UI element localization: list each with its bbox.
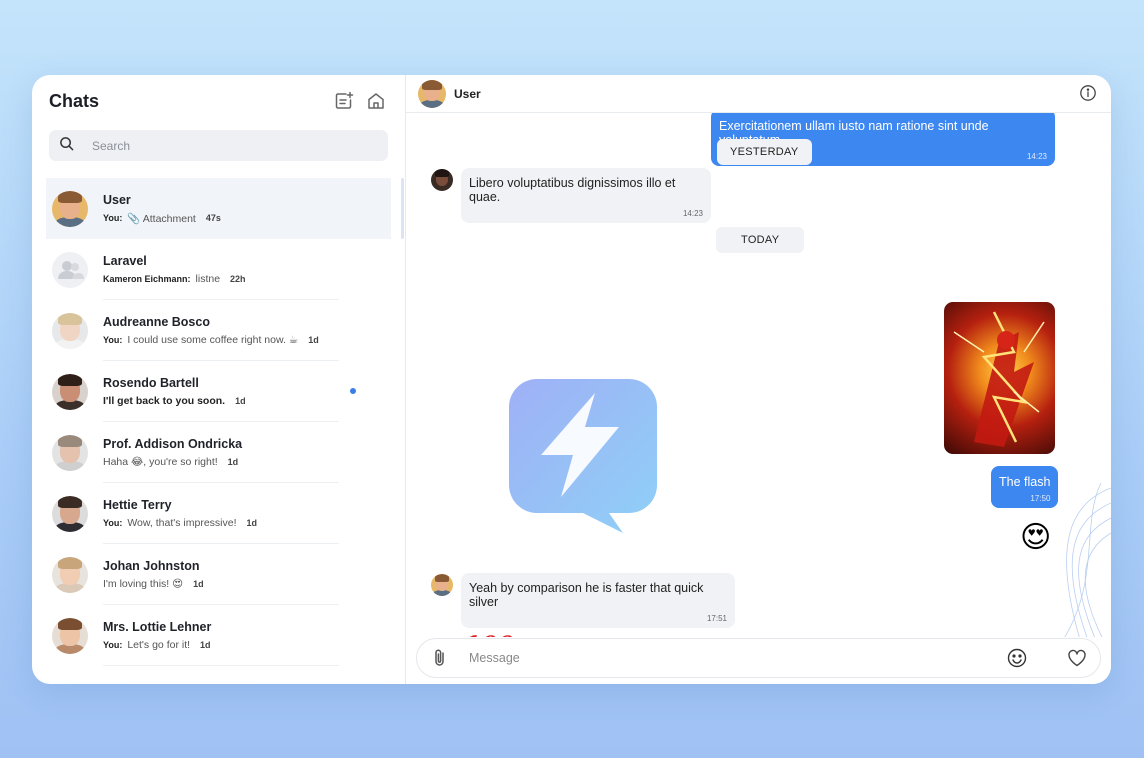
- search-icon: [59, 136, 74, 156]
- avatar: [52, 312, 88, 349]
- preview-text: listne: [195, 272, 221, 285]
- chat-name: Rosendo Bartell: [103, 375, 199, 390]
- preview-text: 📎 Attachment: [127, 212, 196, 225]
- message-text: The flash: [999, 475, 1051, 489]
- chat-name: Laravel: [103, 253, 147, 268]
- message-incoming[interactable]: Yeah by comparison he is faster that qui…: [461, 573, 735, 628]
- preview-time: 47s: [205, 213, 221, 223]
- sidebar: Chats Search User You: 📎 Attachment 47s …: [32, 75, 406, 684]
- contact-avatar[interactable]: [418, 79, 446, 108]
- avatar: [52, 556, 88, 593]
- message-text: Libero voluptatibus dignissimos illo et …: [469, 176, 676, 204]
- preview-time: 1d: [193, 578, 204, 589]
- preview-text: I could use some coffee right now. ☕: [127, 333, 299, 346]
- preview-time: 1d: [308, 334, 319, 345]
- chat-name: Mrs. Lottie Lehner: [103, 619, 212, 634]
- app-logo-icon: [509, 379, 657, 533]
- chat-item-mrs-lottie-lehner[interactable]: Mrs. Lottie Lehner You: Let's go for it!…: [32, 605, 405, 666]
- sender-avatar: [431, 574, 453, 596]
- chat-name: Audreanne Bosco: [103, 314, 210, 329]
- chat-panel: User Exercitationem ullam iusto nam rati…: [406, 75, 1111, 684]
- date-divider: YESTERDAY: [717, 139, 812, 165]
- active-indicator: [401, 178, 404, 239]
- chat-item-laravel[interactable]: Laravel Kameron Eichmann: listne 22h: [32, 239, 405, 300]
- message-time: 17:51: [706, 614, 727, 623]
- new-chat-icon[interactable]: [333, 90, 355, 112]
- chat-name: Hettie Terry: [103, 497, 172, 512]
- chat-item-user[interactable]: User You: 📎 Attachment 47s: [46, 178, 404, 239]
- home-icon[interactable]: [365, 90, 387, 112]
- emoji-picker-icon[interactable]: [1006, 647, 1028, 669]
- chat-item-rosendo-bartell[interactable]: Rosendo Bartell I'll get back to you soo…: [32, 361, 405, 422]
- preview-text: I'll get back to you soon.: [103, 394, 226, 407]
- heart-icon[interactable]: [1066, 647, 1088, 669]
- emoji-message[interactable]: 😍: [1020, 523, 1051, 553]
- attachment-icon[interactable]: [429, 647, 451, 669]
- preview-text: I'm loving this! 😍: [103, 577, 184, 590]
- chat-name: Johan Johnston: [103, 558, 200, 573]
- preview-time: 1d: [246, 517, 258, 528]
- shared-image[interactable]: [944, 302, 1055, 454]
- preview-text: Haha 😂, you're so right!: [103, 455, 218, 468]
- message-input[interactable]: [469, 651, 1006, 665]
- message-list: Exercitationem ullam iusto nam ratione s…: [406, 113, 1111, 637]
- avatar: [52, 434, 88, 471]
- preview-text: Let's go for it!: [127, 638, 191, 651]
- avatar: [52, 495, 88, 532]
- group-avatar-icon: [52, 251, 88, 288]
- chat-list: User You: 📎 Attachment 47s Laravel Kamer…: [32, 178, 405, 666]
- search-box[interactable]: [49, 130, 388, 161]
- preview-sender: You:: [103, 639, 123, 650]
- date-divider: TODAY: [716, 227, 805, 253]
- preview-text: Wow, that's impressive!: [127, 516, 237, 529]
- preview-time: 1d: [235, 395, 246, 406]
- message-time: 14:23: [682, 209, 703, 218]
- contact-name[interactable]: User: [454, 87, 481, 101]
- info-icon[interactable]: [1079, 84, 1099, 104]
- chat-header: User: [406, 75, 1111, 113]
- chat-item-prof-addison-ondricka[interactable]: Prof. Addison Ondricka Haha 😂, you're so…: [32, 422, 405, 483]
- message-outgoing[interactable]: The flash 17:50: [991, 466, 1059, 508]
- preview-time: 1d: [200, 639, 211, 650]
- message-text: Yeah by comparison he is faster that qui…: [469, 581, 704, 609]
- chat-app-window: Chats Search User You: 📎 Attachment 47s …: [32, 75, 1111, 684]
- message-composer: [416, 638, 1101, 678]
- search-input[interactable]: [92, 138, 352, 153]
- preview-sender: Kameron Eichmann:: [103, 273, 191, 284]
- chat-item-johan-johnston[interactable]: Johan Johnston I'm loving this! 😍 1d: [32, 544, 405, 605]
- unread-dot: [350, 388, 356, 394]
- chat-item-hettie-terry[interactable]: Hettie Terry You: Wow, that's impressive…: [32, 483, 405, 544]
- preview-time: 1d: [227, 456, 239, 467]
- chat-name: User: [103, 192, 131, 207]
- preview-sender: You:: [103, 334, 123, 345]
- avatar: [52, 190, 88, 227]
- preview-sender: You:: [103, 213, 123, 223]
- chat-name: Prof. Addison Ondricka: [103, 436, 243, 451]
- avatar: [52, 373, 88, 410]
- chat-item-audreanne-bosco[interactable]: Audreanne Bosco You: I could use some co…: [32, 300, 405, 361]
- avatar: [52, 617, 88, 654]
- sidebar-header: Chats: [32, 75, 405, 127]
- hundred-points-emoji[interactable]: 100: [461, 630, 515, 637]
- sender-avatar: [431, 169, 453, 191]
- preview-time: 22h: [230, 273, 246, 284]
- message-time: 17:50: [1030, 494, 1051, 503]
- sidebar-title: Chats: [49, 90, 100, 111]
- preview-sender: You:: [103, 517, 123, 528]
- message-incoming[interactable]: Libero voluptatibus dignissimos illo et …: [461, 168, 711, 223]
